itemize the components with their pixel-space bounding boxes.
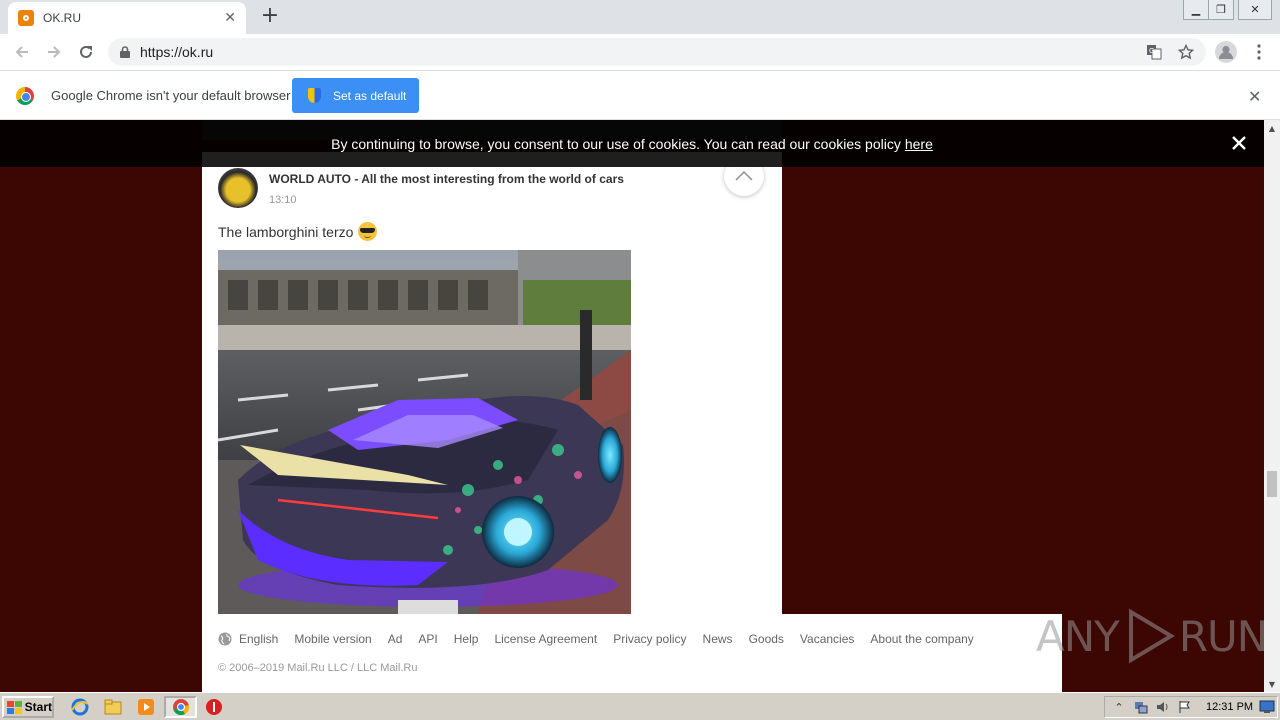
tray-expand-icon[interactable]: ⌃: [1111, 699, 1127, 715]
back-button[interactable]: [10, 40, 34, 64]
tab-okru[interactable]: OK.RU ✕: [8, 2, 246, 34]
infobar-close-icon[interactable]: ✕: [1248, 87, 1261, 106]
vertical-scrollbar[interactable]: ▲ ▼: [1264, 120, 1280, 692]
footer-link-api[interactable]: API: [418, 632, 437, 646]
default-browser-infobar: Google Chrome isn't your default browser…: [0, 72, 1280, 120]
network-icon[interactable]: [1133, 699, 1149, 715]
address-bar[interactable]: https://ok.ru: [108, 38, 1206, 66]
footer-link-ad[interactable]: Ad: [388, 632, 403, 646]
footer-links: English Mobile version Ad API Help Licen…: [218, 632, 990, 646]
globe-icon: [218, 632, 232, 646]
infobar-message: Google Chrome isn't your default browser: [51, 88, 291, 103]
feed-post: WORLD AUTO - All the most interesting fr…: [202, 152, 782, 622]
start-button[interactable]: Start: [2, 696, 54, 718]
anyrun-watermark: ANY RUN: [1036, 608, 1268, 664]
svg-text:G: G: [1149, 47, 1154, 55]
new-tab-button[interactable]: +: [258, 4, 282, 28]
scrollbar-thumb[interactable]: [1267, 471, 1277, 497]
play-triangle-icon: [1128, 608, 1175, 664]
start-label: Start: [24, 700, 52, 714]
scroll-down-arrow-icon[interactable]: ▼: [1264, 676, 1280, 692]
post-author[interactable]: WORLD AUTO - All the most interesting fr…: [269, 172, 624, 186]
forward-button[interactable]: [42, 40, 66, 64]
media-player-icon[interactable]: [136, 697, 156, 717]
footer-link-about[interactable]: About the company: [870, 632, 973, 646]
footer-link-news[interactable]: News: [703, 632, 733, 646]
chrome-logo-icon: [16, 87, 34, 105]
footer-link-vacancies[interactable]: Vacancies: [800, 632, 854, 646]
windows-logo-icon: [7, 700, 22, 714]
author-avatar[interactable]: [218, 168, 258, 208]
cookie-text-row: By continuing to browse, you consent to …: [331, 136, 933, 152]
reload-button[interactable]: [74, 40, 98, 64]
cookie-text: By continuing to browse, you consent to …: [331, 135, 901, 152]
translate-icon[interactable]: G: [1144, 42, 1164, 62]
ok-favicon-icon: [18, 10, 34, 26]
scroll-up-arrow-icon[interactable]: ▲: [1264, 120, 1280, 136]
cookie-close-icon[interactable]: [1230, 134, 1248, 152]
chrome-taskbar-icon[interactable]: [171, 697, 191, 717]
post-time: 13:10: [269, 194, 297, 206]
tab-close-icon[interactable]: ✕: [224, 10, 236, 26]
footer-link-license[interactable]: License Agreement: [494, 632, 597, 646]
stop-sign-icon[interactable]: [204, 697, 224, 717]
show-desktop-icon[interactable]: [1258, 698, 1276, 716]
watermark-left: ANY: [1036, 611, 1120, 661]
set-as-default-button[interactable]: Set as default: [292, 78, 419, 113]
footer-copyright: © 2006–2019 Mail.Ru LLC / LLC Mail.Ru: [218, 662, 418, 674]
sunglasses-emoji-icon: [358, 222, 378, 241]
tab-strip: OK.RU ✕ + ▁ ❐ ✕: [0, 0, 1280, 34]
page-viewport: WORLD AUTO - All the most interesting fr…: [0, 120, 1264, 692]
taskbar-clock: 12:31 PM: [1206, 701, 1254, 713]
profile-avatar-icon[interactable]: [1214, 40, 1238, 64]
reload-icon: [80, 45, 92, 58]
window-close-button[interactable]: ✕: [1238, 0, 1272, 20]
footer-link-english[interactable]: English: [239, 632, 278, 646]
tab-title: OK.RU: [43, 11, 82, 25]
cookie-policy-link[interactable]: here: [905, 136, 933, 152]
post-text-row: The lamborghini terzo: [218, 222, 378, 241]
post-text: The lamborghini terzo: [218, 223, 354, 240]
action-center-flag-icon[interactable]: [1177, 699, 1193, 715]
footer-link-goods[interactable]: Goods: [749, 632, 784, 646]
set-as-default-label: Set as default: [333, 88, 407, 103]
post-photo[interactable]: [218, 250, 631, 614]
footer-link-mobile[interactable]: Mobile version: [294, 632, 371, 646]
bookmark-star-icon[interactable]: [1176, 42, 1196, 62]
cookie-banner: By continuing to browse, you consent to …: [0, 120, 1264, 167]
browser-toolbar: https://ok.ru G: [0, 34, 1280, 71]
chevron-up-icon: [735, 171, 753, 181]
menu-kebab-icon[interactable]: [1249, 42, 1269, 62]
footer-link-privacy[interactable]: Privacy policy: [613, 632, 686, 646]
internet-explorer-icon[interactable]: [70, 697, 90, 717]
lock-icon: [120, 46, 130, 58]
restore-button[interactable]: ❐: [1208, 0, 1234, 20]
url-text: https://ok.ru: [140, 44, 214, 60]
volume-icon[interactable]: [1155, 699, 1171, 715]
back-arrow-icon: [15, 46, 28, 58]
page-footer: English Mobile version Ad API Help Licen…: [202, 614, 1062, 692]
forward-arrow-icon: [48, 46, 61, 58]
file-explorer-icon[interactable]: [103, 697, 123, 717]
watermark-right: RUN: [1178, 611, 1268, 661]
lamborghini-photo-image: [218, 250, 631, 614]
uac-shield-icon: [308, 88, 321, 103]
windows-taskbar: Start ⌃ 12:31 PM: [0, 692, 1280, 720]
minimize-button[interactable]: ▁: [1183, 0, 1209, 20]
footer-link-help[interactable]: Help: [454, 632, 479, 646]
